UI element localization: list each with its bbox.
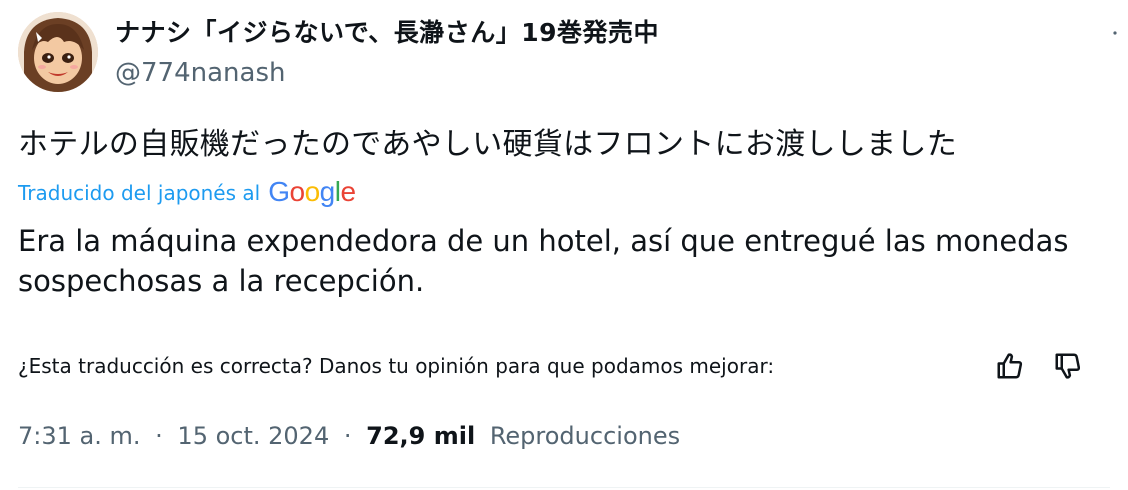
tweet-original-text: ホテルの自販機だったのであやしい硬貨はフロントにお渡ししました: [18, 127, 957, 162]
views-count: 72,9 mil: [366, 422, 476, 450]
translated-by-label: Traducido del japonés al: [18, 181, 261, 205]
translated-by-link[interactable]: Traducido del japonés al Google: [18, 176, 356, 208]
google-logo: Google: [268, 176, 356, 207]
more-button[interactable]: [1106, 24, 1124, 42]
meta-separator: ·: [343, 422, 352, 450]
meta-separator: ·: [155, 422, 163, 450]
tweet-time[interactable]: 7:31 a. m.: [18, 422, 141, 450]
translation-feedback: ¿Esta traducción es correcta? Danos tu o…: [18, 348, 1081, 384]
tweet-translated-text: Era la máquina expendedora de un hotel, …: [18, 224, 1069, 298]
author-handle[interactable]: @774nanash: [115, 56, 285, 90]
author-name[interactable]: ナナシ「イジらないで、長瀞さん」19巻発売中: [115, 15, 659, 51]
tweet: ナナシ「イジらないで、長瀞さん」19巻発売中 @774nanash ホテルの自販…: [0, 0, 1128, 490]
avatar[interactable]: [18, 12, 98, 92]
thumbs-up-icon: [997, 353, 1023, 379]
thumbs-down-icon: [1055, 353, 1081, 379]
avatar-illustration: [18, 12, 98, 92]
divider: [18, 487, 1110, 488]
more-icon: [1113, 31, 1117, 35]
tweet-date[interactable]: 15 oct. 2024: [177, 422, 329, 450]
feedback-prompt: ¿Esta traducción es correcta? Danos tu o…: [18, 354, 775, 378]
thumbs-down-button[interactable]: [1050, 348, 1086, 384]
thumbs-up-button[interactable]: [992, 348, 1028, 384]
tweet-meta: 7:31 a. m. · 15 oct. 2024 · 72,9 mil Rep…: [18, 418, 680, 454]
views-label: Reproducciones: [489, 422, 681, 450]
